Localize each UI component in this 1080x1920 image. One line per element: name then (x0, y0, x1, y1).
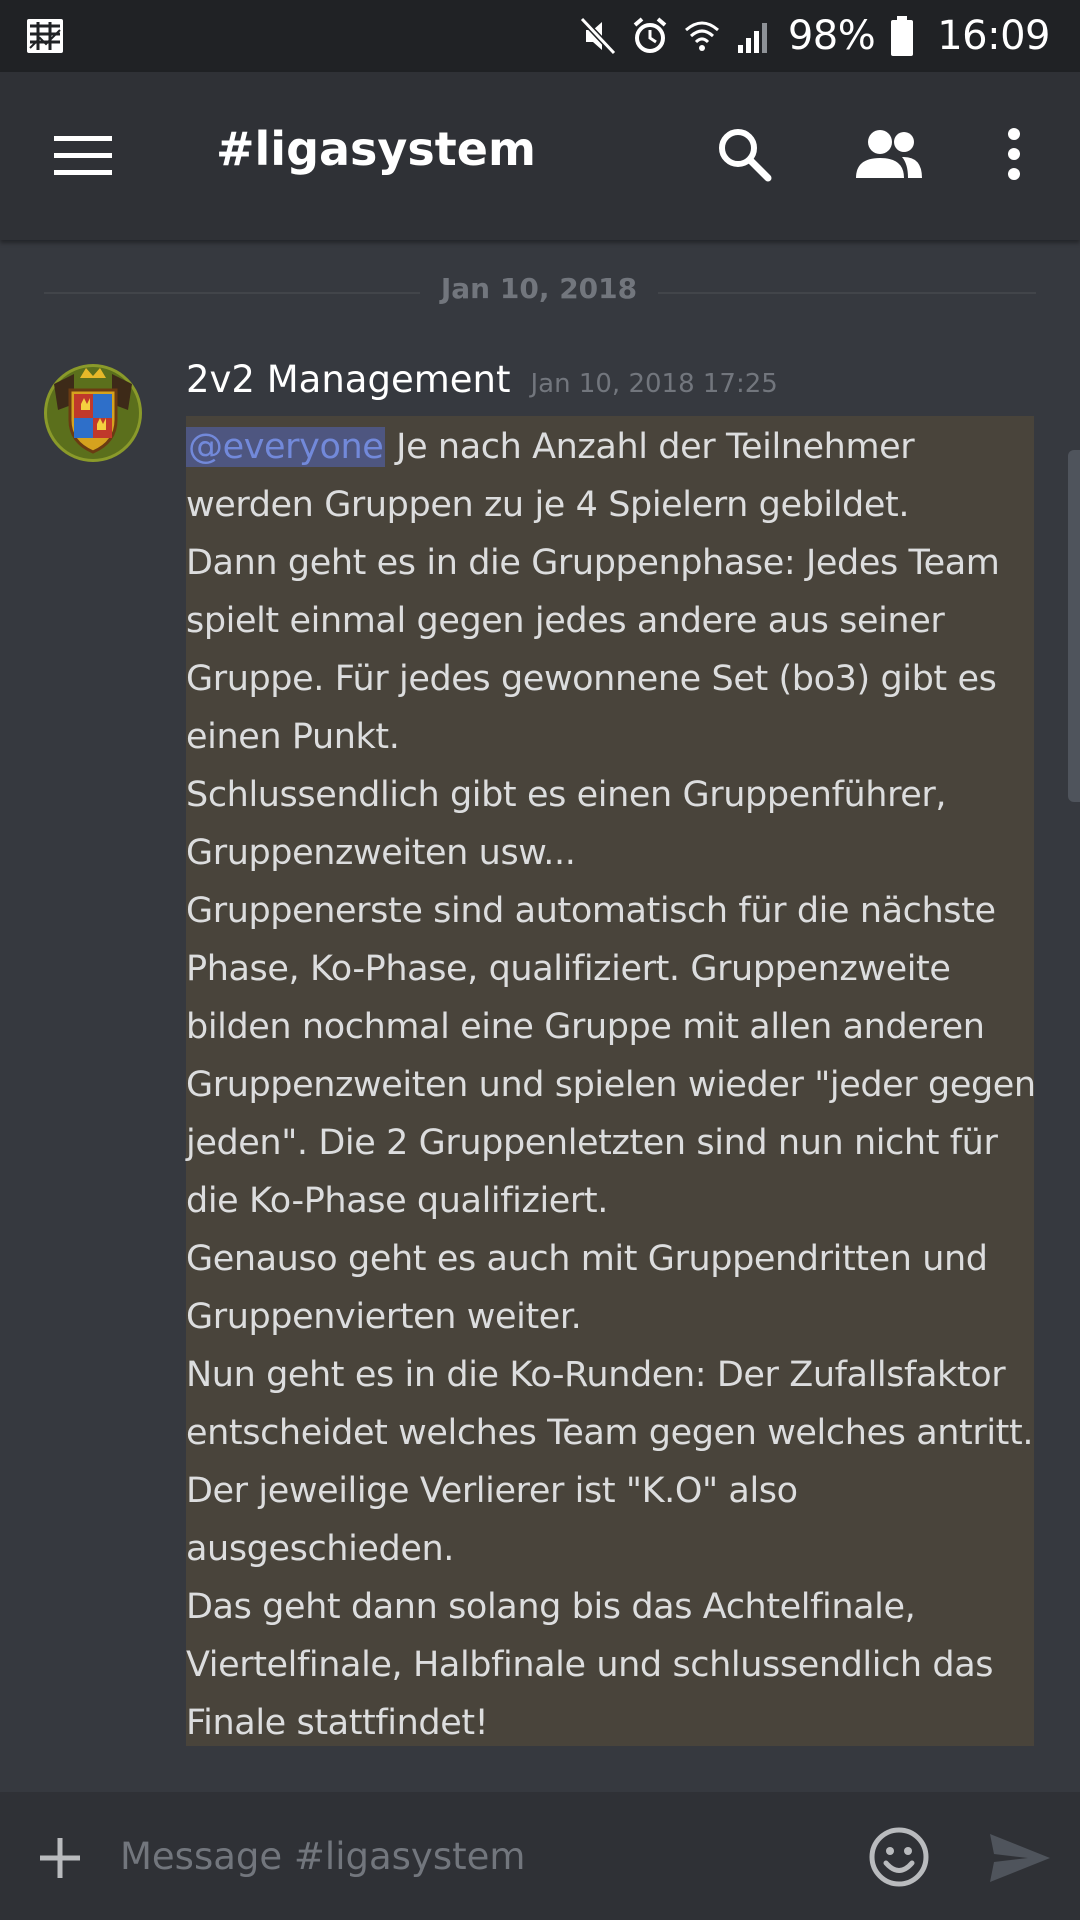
clock: 16:09 (937, 13, 1050, 59)
channel-header: #ligasystem (0, 72, 1080, 240)
avatar[interactable] (44, 364, 142, 462)
message-input[interactable] (120, 1824, 820, 1888)
date-divider: Jan 10, 2018 (44, 272, 1036, 305)
divider-line (658, 292, 1036, 294)
message-line: @everyone Je nach Anzahl der Teilnehmer (186, 418, 1034, 476)
status-icons: 98% 16:09 (579, 0, 1050, 72)
message-line: werden Gruppen zu je 4 Spielern gebildet… (186, 485, 910, 525)
search-icon[interactable] (714, 124, 774, 184)
alarm-icon (633, 17, 667, 53)
message-line: spielt einmal gegen jedes andere aus sei… (186, 601, 945, 641)
message-list[interactable]: Jan 10, 2018 2v2 Management Jan 10, 2018… (0, 240, 1080, 1792)
message-line: Gruppenzweiten usw... (186, 833, 576, 873)
message-line: Der jeweilige Verlierer ist "K.O" also (186, 1471, 798, 1511)
message-line: die Ko-Phase qualifiziert. (186, 1181, 608, 1221)
scrollbar-thumb[interactable] (1068, 450, 1080, 802)
message-line: Finale stattfindet! (186, 1703, 489, 1743)
message-line: ausgeschieden. (186, 1529, 454, 1569)
signal-icon (737, 23, 767, 53)
emoji-icon[interactable] (868, 1826, 930, 1888)
channel-title: #ligasystem (216, 122, 536, 176)
message-composer (0, 1792, 1080, 1920)
message-timestamp: Jan 10, 2018 17:25 (530, 369, 778, 399)
message-line: entscheidet welches Team gegen welches a… (186, 1413, 1034, 1453)
message-line: Schlussendlich gibt es einen Gruppenführ… (186, 775, 947, 815)
add-attachment-icon[interactable] (36, 1834, 84, 1882)
avatar-crest-icon (44, 364, 142, 462)
message-line: Gruppenzweiten und spielen wieder "jeder… (186, 1065, 1036, 1105)
message-line: Dann geht es in die Gruppenphase: Jedes … (186, 543, 1000, 583)
divider-date: Jan 10, 2018 (440, 272, 638, 305)
battery-icon (891, 16, 914, 56)
message-line: Viertelfinale, Halbfinale und schlussend… (186, 1645, 994, 1685)
more-vert-icon[interactable] (1000, 124, 1028, 184)
wifi-icon (684, 21, 719, 51)
message-line: Gruppe. Für jedes gewonnene Set (bo3) gi… (186, 659, 997, 699)
author-name[interactable]: 2v2 Management (186, 358, 510, 401)
hamburger-menu-icon[interactable] (54, 134, 112, 178)
message-line: Nun geht es in die Ko-Runden: Der Zufall… (186, 1355, 1006, 1395)
send-icon[interactable] (988, 1832, 1052, 1884)
message-line: jeden". Die 2 Gruppenletzten sind nun ni… (186, 1123, 998, 1163)
everyone-mention[interactable]: @everyone (186, 427, 386, 467)
message-header: 2v2 Management Jan 10, 2018 17:25 (186, 358, 778, 401)
message-line: einen Punkt. (186, 717, 400, 757)
message-line: Das geht dann solang bis das Achtelfinal… (186, 1587, 916, 1627)
mute-icon (579, 17, 616, 55)
battery-percentage: 98% (787, 13, 876, 59)
divider-line (44, 292, 420, 294)
message-line: Gruppenerste sind automatisch für die nä… (186, 891, 996, 931)
message-body[interactable]: @everyone Je nach Anzahl der Teilnehmer … (186, 416, 1036, 1746)
message-line: Phase, Ko-Phase, qualifiziert. Gruppenzw… (186, 949, 951, 989)
members-icon[interactable] (852, 128, 924, 180)
message-line: Gruppenvierten weiter. (186, 1297, 582, 1337)
message-text: Je nach Anzahl der Teilnehmer (385, 427, 915, 467)
message-line: bilden nochmal eine Gruppe mit allen and… (186, 1007, 985, 1047)
message-line: Genauso geht es auch mit Gruppendritten … (186, 1239, 988, 1279)
status-bar: 98% 16:09 (0, 0, 1080, 72)
notification-app-icon (27, 19, 63, 53)
